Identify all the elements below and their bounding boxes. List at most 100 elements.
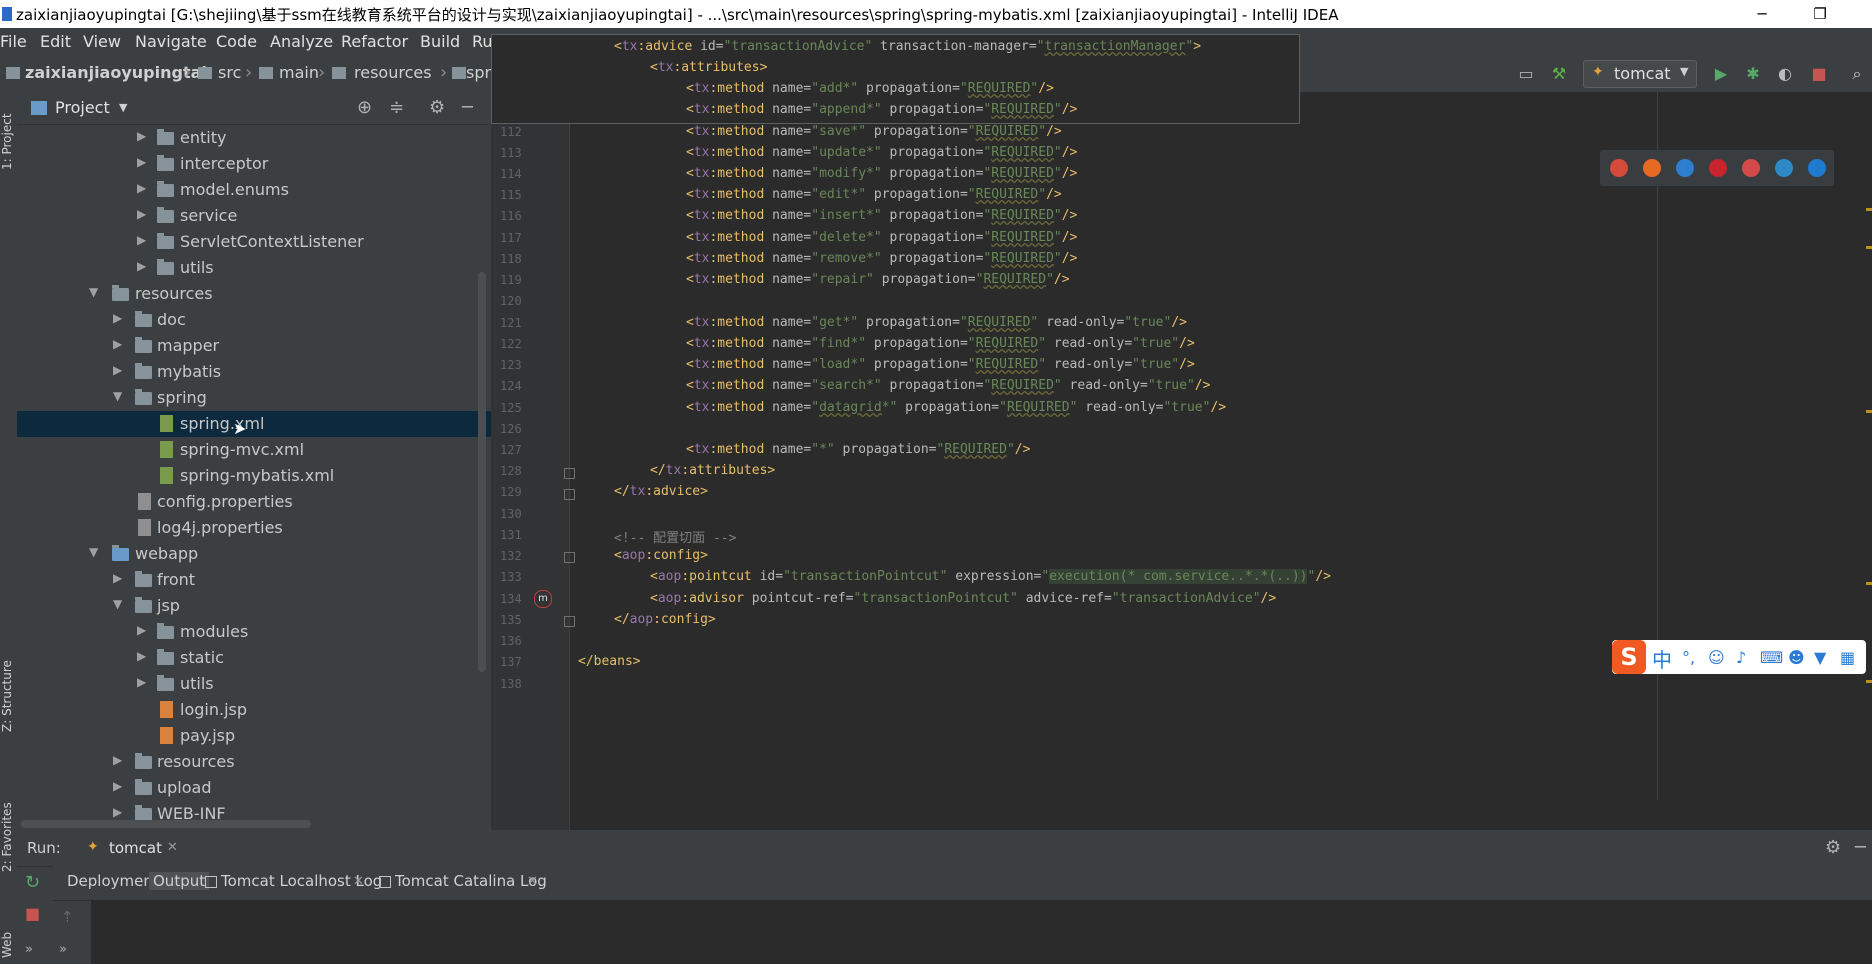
opera-icon[interactable] <box>1709 159 1727 177</box>
tree-item[interactable]: pay.jsp <box>17 723 491 749</box>
skin-icon[interactable]: ▼ <box>1814 648 1826 667</box>
debug-icon[interactable]: ✱ <box>1742 63 1764 85</box>
menu-analyze[interactable]: Analyze <box>270 32 333 51</box>
ime-language[interactable]: 中 <box>1652 644 1672 673</box>
more-icon[interactable]: » <box>59 942 67 957</box>
breadcrumb-project[interactable]: zaixianjiaoyupingtai <box>25 63 207 82</box>
tree-item[interactable]: ▶ interceptor <box>17 151 491 177</box>
coverage-icon[interactable]: ◐ <box>1774 63 1796 85</box>
chevron-right-icon[interactable]: ▶ <box>113 311 122 325</box>
user-icon[interactable]: ☻ <box>1788 648 1805 667</box>
chevron-right-icon[interactable]: ▶ <box>113 363 122 377</box>
chevron-down-icon[interactable]: ▼ <box>113 597 122 611</box>
run-icon[interactable]: ▶ <box>1710 63 1732 85</box>
tree-item[interactable]: ▶ service <box>17 203 491 229</box>
tree-item[interactable]: ▶ static <box>17 645 491 671</box>
breadcrumb-spring[interactable]: spr <box>466 63 491 82</box>
tree-item[interactable]: ▼ webapp <box>17 541 491 567</box>
search-icon[interactable]: ⌕ <box>1846 63 1868 85</box>
menu-refactor[interactable]: Refactor <box>341 32 408 51</box>
grid-icon[interactable]: ▦ <box>1840 648 1855 667</box>
chevron-right-icon[interactable]: ▶ <box>113 779 122 793</box>
breadcrumb-resources[interactable]: resources <box>354 63 432 82</box>
chevron-right-icon[interactable]: ▶ <box>113 571 122 585</box>
safari-icon[interactable] <box>1676 159 1694 177</box>
aop-gutter-icon[interactable]: m <box>534 590 552 608</box>
chevron-down-icon[interactable]: ▼ <box>119 101 127 114</box>
menu-edit[interactable]: Edit <box>40 32 71 51</box>
fold-marker-icon[interactable] <box>564 552 575 563</box>
tree-item[interactable]: spring-mvc.xml <box>17 437 491 463</box>
tree-item[interactable]: ▶ upload <box>17 775 491 801</box>
menu-run[interactable]: Ru <box>472 32 493 51</box>
tab-catalina-log[interactable]: Tomcat Catalina Log <box>395 872 547 890</box>
fold-marker-icon[interactable] <box>564 489 575 500</box>
ie-icon[interactable] <box>1775 159 1793 177</box>
tree-item[interactable]: ▼ spring <box>17 385 491 411</box>
tree-item[interactable]: ▶ mybatis <box>17 359 491 385</box>
tree-item[interactable]: log4j.properties <box>17 515 491 541</box>
tree-item[interactable]: ▶ model.enums <box>17 177 491 203</box>
collapse-icon[interactable]: ≑ <box>389 97 404 118</box>
tree-item[interactable]: ▼ jsp <box>17 593 491 619</box>
punctuation-icon[interactable]: °, <box>1682 648 1695 667</box>
tree-item[interactable]: ▶ front <box>17 567 491 593</box>
chevron-right-icon[interactable]: ▶ <box>137 233 146 247</box>
chevron-right-icon[interactable]: ▶ <box>137 207 146 221</box>
stop-icon[interactable]: ■ <box>25 904 40 923</box>
project-horizontal-scrollbar[interactable] <box>21 820 311 828</box>
chevron-right-icon[interactable]: ▶ <box>137 129 146 143</box>
tree-item[interactable]: config.properties <box>17 489 491 515</box>
tab-output[interactable]: Output <box>149 872 210 890</box>
run-tab-tomcat[interactable]: tomcat <box>109 839 162 857</box>
hide-icon[interactable]: ─ <box>462 97 473 118</box>
tree-item[interactable]: ▶ doc <box>17 307 491 333</box>
code-editor[interactable] <box>491 92 1872 830</box>
edge-icon[interactable] <box>1808 159 1826 177</box>
keyboard-icon[interactable]: ⌨ <box>1760 648 1783 667</box>
close-icon[interactable]: ✕ <box>353 874 364 889</box>
close-icon[interactable]: ✕ <box>167 840 178 855</box>
chevron-down-icon[interactable]: ▼ <box>89 545 98 559</box>
gear-icon[interactable]: ⚙ <box>429 97 445 118</box>
gear-icon[interactable]: ⚙ <box>1825 837 1841 858</box>
tree-item[interactable]: login.jsp <box>17 697 491 723</box>
hide-icon[interactable]: ─ <box>1855 837 1866 858</box>
tree-item[interactable]: ▶ modules <box>17 619 491 645</box>
rerun-icon[interactable]: ↻ <box>25 872 40 893</box>
tree-item[interactable]: spring-mybatis.xml <box>17 463 491 489</box>
menu-view[interactable]: View <box>83 32 121 51</box>
project-panel-title[interactable]: Project <box>55 98 110 117</box>
project-tool-tab[interactable]: 1: Project <box>0 113 14 170</box>
firefox-icon[interactable] <box>1643 159 1661 177</box>
tree-item-selected[interactable]: spring.xml ➤ <box>17 411 491 438</box>
chevron-down-icon[interactable]: ▼ <box>89 285 98 299</box>
tree-item[interactable]: ▶ entity <box>17 125 491 151</box>
chevron-right-icon[interactable]: ▶ <box>137 155 146 169</box>
chevron-right-icon[interactable]: ▶ <box>113 337 122 351</box>
chrome-icon[interactable] <box>1610 159 1628 177</box>
tree-item[interactable]: ▼ resources <box>17 281 491 307</box>
tree-item[interactable]: ▶ utils <box>17 255 491 281</box>
menu-file[interactable]: File <box>0 32 27 51</box>
yandex-icon[interactable] <box>1742 159 1760 177</box>
chevron-right-icon[interactable]: ▶ <box>137 181 146 195</box>
console-output[interactable]: ⇡ » <box>59 900 1872 964</box>
web-tool-tab[interactable]: Web <box>0 932 14 958</box>
tree-item[interactable]: ▶ ServletContextListener <box>17 229 491 255</box>
menu-build[interactable]: Build <box>420 32 460 51</box>
fold-marker-icon[interactable] <box>564 616 575 627</box>
more-icon[interactable]: » <box>25 942 33 957</box>
favorites-tool-tab[interactable]: 2: Favorites <box>0 802 14 872</box>
stop-icon[interactable]: ■ <box>1808 63 1830 85</box>
fold-marker-icon[interactable] <box>564 468 575 479</box>
project-vertical-scrollbar[interactable] <box>478 272 486 672</box>
chevron-right-icon[interactable]: ▶ <box>137 649 146 663</box>
scroll-up-icon[interactable]: ⇡ <box>61 908 74 926</box>
chevron-right-icon[interactable]: ▶ <box>113 805 122 819</box>
minimize-button[interactable]: ─ <box>1742 2 1782 26</box>
breadcrumb-src[interactable]: src <box>218 63 241 82</box>
restore-button[interactable]: ❐ <box>1800 2 1840 26</box>
chevron-right-icon[interactable]: ▶ <box>137 675 146 689</box>
close-icon[interactable]: ✕ <box>527 874 538 889</box>
